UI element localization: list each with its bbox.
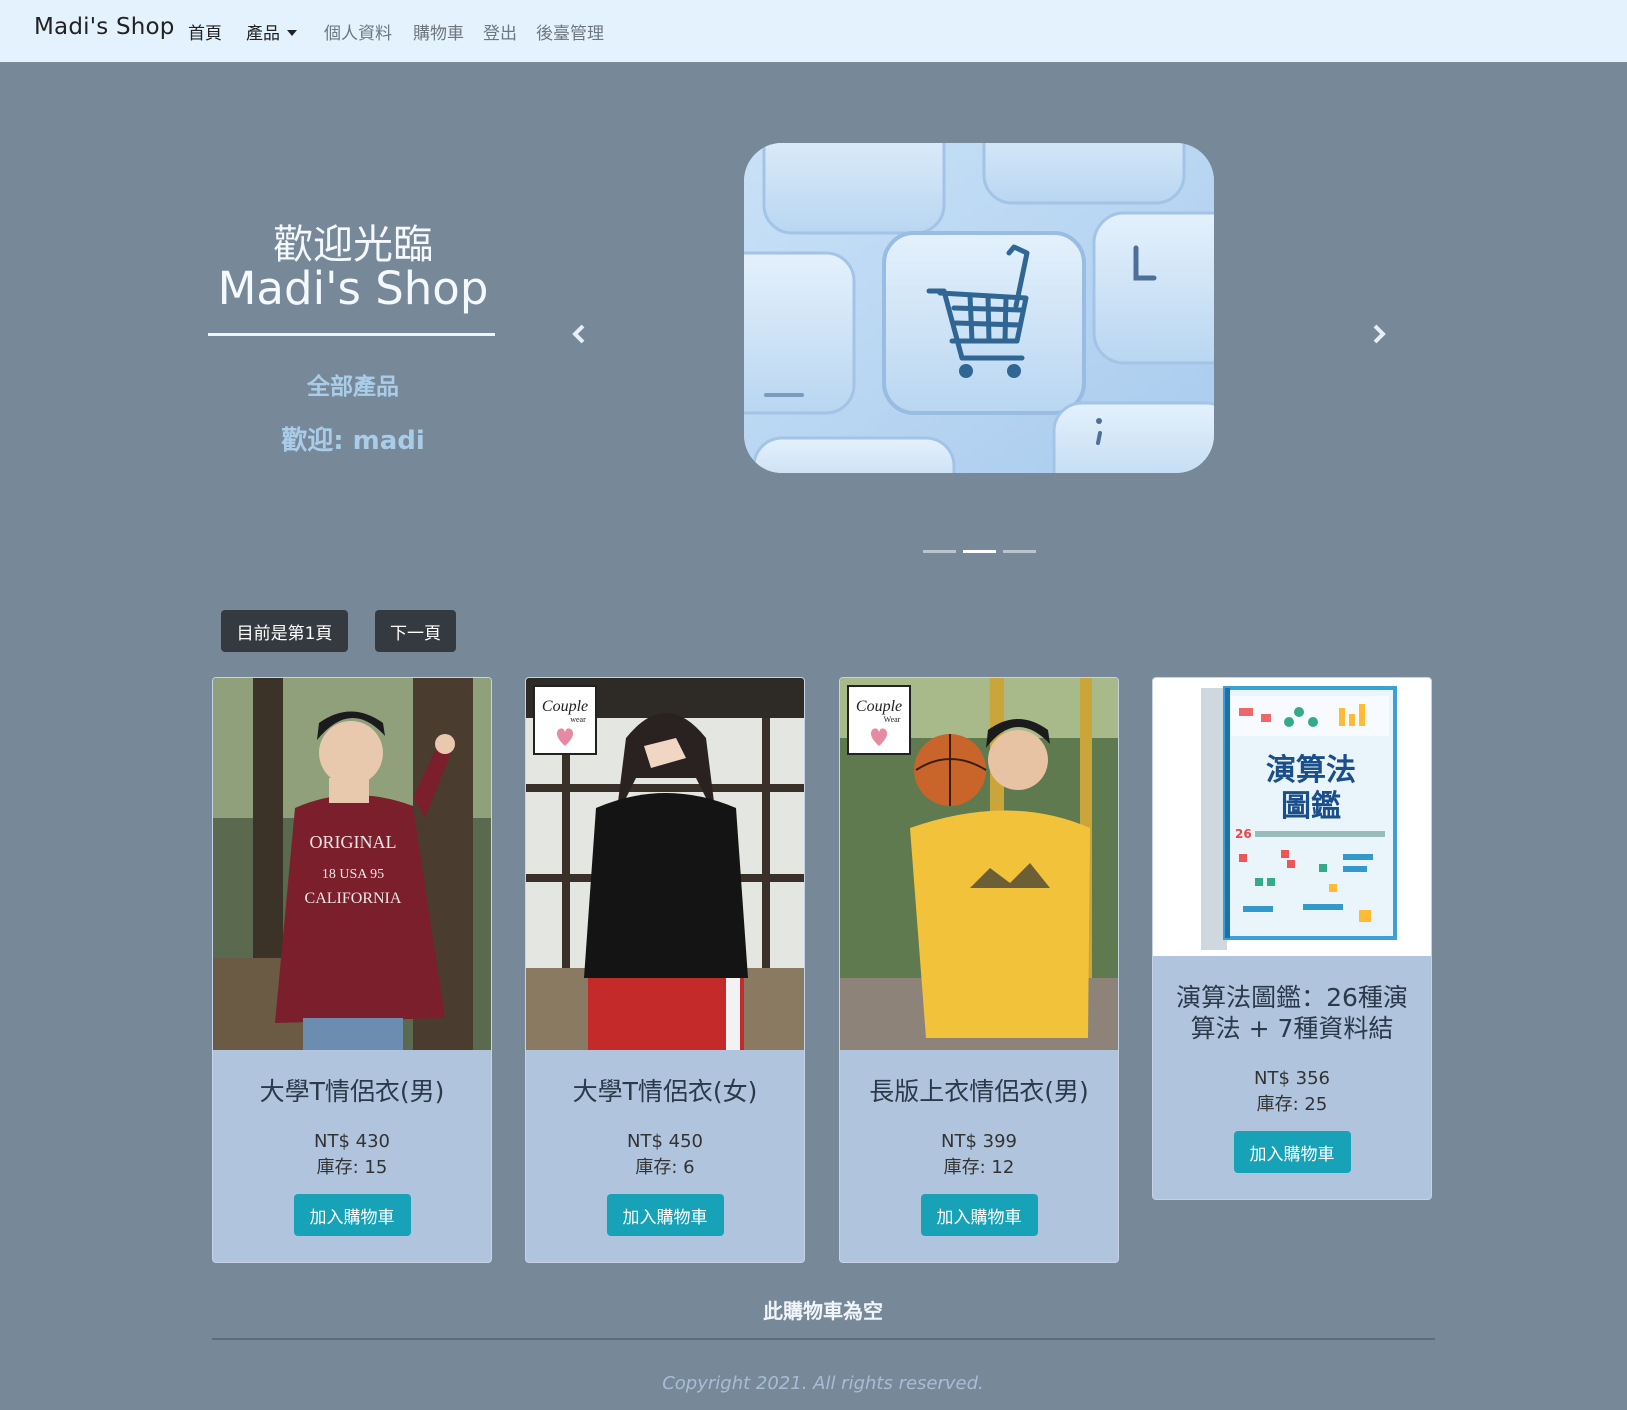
book-title-line2: 圖鑑 [1281,789,1341,824]
current-page-button[interactable]: 目前是第1頁 [221,610,348,652]
svg-text:Couple: Couple [542,698,588,715]
next-page-button[interactable]: 下一頁 [375,610,456,652]
add-to-cart-button[interactable]: 加入購物車 [606,1194,724,1236]
product-stock: 庫存: 12 [943,1157,1015,1178]
svg-text:26: 26 [1235,827,1252,841]
nav-profile[interactable]: 個人資料 [324,19,392,44]
product-stock: 庫存: 15 [316,1157,388,1178]
product-card: ORIGINAL 18 USA 95 CALIFORNIA 大學T情侶衣(男) … [212,677,492,1263]
copyright-text: Copyright 2021. All rights reserved. [662,1373,984,1394]
carousel-indicator-2[interactable] [963,550,996,553]
carousel-next-icon[interactable] [1366,322,1390,346]
product-name: 演算法圖鑑：26種演算法 + 7種資料結 [1176,983,1408,1043]
man-maroon-sweatshirt-photo: ORIGINAL 18 USA 95 CALIFORNIA [213,678,491,1050]
product-stock: 庫存: 6 [635,1157,695,1178]
svg-text:Wear: Wear [884,715,901,724]
product-card: 演算法 圖鑑 26 演算法圖鑑：26種演算法 + 7種資料結 NT$ 356 庫… [1152,677,1432,1200]
nav-products-dropdown[interactable]: 產品 [246,19,297,44]
product-price: NT$ 356 [1254,1068,1330,1089]
product-stock: 庫存: 25 [1256,1094,1328,1115]
product-price: NT$ 430 [314,1131,390,1152]
nav-home[interactable]: 首頁 [188,19,222,44]
carousel-indicator-1[interactable] [923,550,956,553]
product-price: NT$ 450 [627,1131,703,1152]
nav-cart[interactable]: 購物車 [413,19,464,44]
product-card: Couple Wear 長版上衣情侶衣(男) NT$ 399 庫存: 12 加入… [839,677,1119,1263]
nav-admin[interactable]: 後臺管理 [536,19,604,44]
chevron-down-icon [287,30,297,36]
shopping-cart-key-image [744,143,1214,473]
svg-text:wear: wear [570,715,586,724]
svg-text:CALIFORNIA: CALIFORNIA [305,890,402,907]
user-greeting: 歡迎: madi [281,426,425,456]
nav-products-label: 產品 [246,24,280,44]
carousel-indicator-3[interactable] [1003,550,1036,553]
cart-empty-message: 此購物車為空 [763,1299,883,1323]
book-title-line1: 演算法 [1266,753,1356,788]
brand-link[interactable]: Madi's Shop [34,14,175,40]
product-name: 大學T情侶衣(女) [572,1077,758,1106]
product-price: NT$ 399 [941,1131,1017,1152]
carousel-slide [744,143,1214,473]
add-to-cart-button[interactable]: 加入購物車 [1233,1131,1351,1173]
all-products-link[interactable]: 全部產品 [200,367,506,401]
woman-black-hoodie-photo: Couple wear [526,678,804,1050]
add-to-cart-button[interactable]: 加入購物車 [293,1194,411,1236]
svg-text:18 USA 95: 18 USA 95 [322,867,384,882]
nav-logout[interactable]: 登出 [483,19,517,44]
product-name: 長版上衣情侶衣(男) [869,1077,1089,1106]
carousel-prev-icon[interactable] [568,322,592,346]
algorithm-book-cover: 演算法 圖鑑 26 [1153,678,1431,956]
hero-divider [208,333,495,336]
footer-divider [212,1338,1435,1340]
carousel-indicators [923,550,1036,553]
add-to-cart-button[interactable]: 加入購物車 [920,1194,1038,1236]
product-name: 大學T情侶衣(男) [259,1077,445,1106]
product-card: Couple wear 大學T情侶衣(女) NT$ 450 庫存: 6 加入購物… [525,677,805,1263]
svg-text:ORIGINAL: ORIGINAL [310,832,397,852]
hero-shop-name: Madi's Shop [217,262,489,315]
navbar: Madi's Shop 首頁 產品 個人資料 購物車 登出 後臺管理 [0,0,1627,62]
svg-text:Couple: Couple [856,698,902,715]
man-yellow-tshirt-basketball-photo: Couple Wear [840,678,1118,1050]
